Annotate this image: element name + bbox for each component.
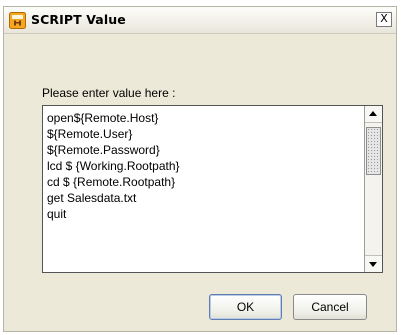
window-title: SCRIPT Value — [31, 12, 126, 27]
scroll-thumb[interactable] — [366, 127, 381, 175]
scroll-down-button[interactable] — [365, 255, 382, 272]
script-line: quit — [47, 207, 67, 221]
arrow-down-icon — [369, 262, 377, 267]
close-button[interactable]: X — [376, 12, 392, 27]
app-icon — [9, 12, 26, 29]
script-line: ${Remote.User} — [47, 127, 133, 141]
prompt-label: Please enter value here : — [42, 86, 176, 100]
vertical-scrollbar[interactable] — [364, 106, 382, 272]
script-line: get Salesdata.txt — [47, 191, 137, 205]
script-line: lcd $ {Working.Rootpath} — [47, 159, 180, 173]
scroll-up-button[interactable] — [365, 106, 382, 123]
close-icon: X — [380, 12, 388, 25]
script-value-dialog: SCRIPT Value X Please enter value here :… — [3, 6, 397, 332]
script-line: ${Remote.Password} — [47, 143, 160, 157]
script-line: cd $ {Remote.Rootpath} — [47, 175, 176, 189]
script-line: open${Remote.Host} — [47, 111, 159, 125]
script-lines[interactable]: open${Remote.Host} ${Remote.User} ${Remo… — [47, 110, 362, 272]
script-value-textarea[interactable]: open${Remote.Host} ${Remote.User} ${Remo… — [42, 105, 383, 273]
title-bar[interactable]: SCRIPT Value X — [4, 7, 396, 34]
cancel-button[interactable]: Cancel — [293, 294, 367, 320]
ok-button[interactable]: OK — [209, 294, 282, 320]
arrow-up-icon — [369, 111, 377, 116]
